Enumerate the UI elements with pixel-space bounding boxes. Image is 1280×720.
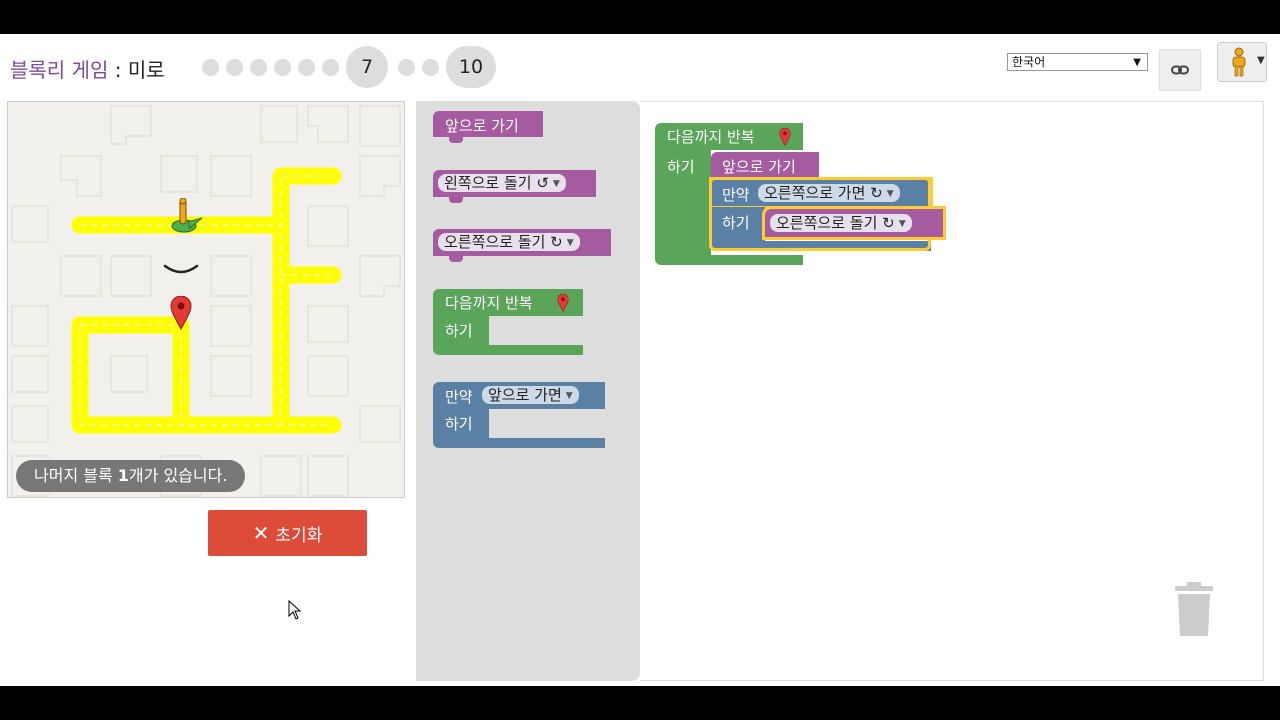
page-title: 블록리 게임 : 미로 (10, 54, 165, 83)
move-forward-label: 앞으로 가기 (445, 117, 519, 135)
close-icon: ✕ (252, 521, 270, 545)
maze-game-page: 블록리 게임 : 미로 7 10 한국어 ▼ ▼ 나머지 블록 1개가 있습니다… (0, 34, 1280, 686)
dropdown-arrow-icon: ▼ (566, 237, 574, 248)
capacity-text-post: 개가 있습니다. (128, 466, 228, 485)
do-label: 하기 (445, 415, 473, 433)
turn-right-dropdown[interactable]: 오른쪽으로 돌기 ↻ ▼ (770, 214, 912, 232)
turn-right-label: 오른쪽으로 돌기 ↻ (444, 233, 563, 251)
reset-button[interactable]: ✕ 초기화 (208, 510, 367, 556)
level-dot-1[interactable] (202, 58, 219, 76)
workspace-if-block[interactable]: 만약 오른쪽으로 가면 ↻ ▼ 하기 오른쪽으로 돌기 ↻ ▼ (709, 177, 946, 251)
pegman-icon (1232, 47, 1246, 77)
level-dot-2[interactable] (226, 58, 243, 76)
dropdown-arrow-icon: ▼ (1133, 57, 1141, 68)
capacity-bubble: 나머지 블록 1개가 있습니다. (16, 460, 246, 492)
game-title: 미로 (127, 58, 165, 82)
if-label: 만약 (722, 186, 750, 204)
move-forward-label: 앞으로 가기 (722, 158, 796, 176)
finish-marker-icon (779, 128, 791, 146)
level-dot-8[interactable] (398, 58, 415, 76)
level-dot-5[interactable] (298, 58, 315, 76)
turn-left-dropdown[interactable]: 왼쪽으로 돌기 ↺ ▼ (438, 174, 566, 192)
blockly-toolbox-flyout: 앞으로 가기 왼쪽으로 돌기 ↺ ▼ 오른쪽으로 돌기 ↻ ▼ 다음까지 반복 하기 (416, 101, 640, 681)
level-last[interactable]: 10 (446, 46, 496, 88)
mouse-cursor-icon (288, 600, 302, 620)
capacity-count: 1 (117, 466, 129, 485)
turn-right-label: 오른쪽으로 돌기 ↻ (776, 214, 895, 232)
toolbox-repeat-until-block[interactable]: 다음까지 반복 하기 (433, 289, 583, 355)
if-condition-dropdown[interactable]: 오른쪽으로 가면 ↻ ▼ (758, 184, 900, 202)
app-title-link[interactable]: 블록리 게임 (10, 58, 108, 82)
level-current[interactable]: 7 (346, 46, 388, 88)
level-dot-3[interactable] (250, 58, 267, 76)
toolbox-if-block[interactable]: 만약 앞으로 가면 ▼ 하기 (433, 382, 605, 448)
workspace-repeat-until-block[interactable]: 다음까지 반복 하기 앞으로 가기 만약 오른쪽으로 가면 ↻ ▼ 하기 오른쪽… (655, 123, 946, 265)
workspace-turn-right-block[interactable]: 오른쪽으로 돌기 ↻ ▼ (762, 206, 946, 240)
if-block-bottom (433, 438, 605, 448)
maze-canvas (7, 101, 405, 498)
dropdown-arrow-icon: ▼ (898, 218, 906, 229)
if-condition-label: 오른쪽으로 가면 ↻ (764, 184, 883, 202)
do-label: 하기 (445, 322, 473, 340)
level-dot-6[interactable] (322, 58, 339, 76)
language-select[interactable]: 한국어 ▼ (1007, 53, 1148, 71)
trash-can-icon[interactable] (1173, 582, 1215, 638)
maze-drawing (11, 105, 401, 497)
block-notch (449, 137, 463, 143)
link-button[interactable] (1159, 49, 1201, 91)
dropdown-arrow-icon: ▼ (565, 390, 573, 401)
dropdown-arrow-icon: ▼ (552, 178, 560, 189)
toolbox-move-forward-block[interactable]: 앞으로 가기 (433, 111, 543, 143)
finish-marker-icon (170, 296, 192, 330)
if-label: 만약 (445, 388, 473, 406)
finish-marker-icon (557, 294, 569, 312)
repeat-block-bottom (433, 345, 583, 355)
turn-right-dropdown[interactable]: 오른쪽으로 돌기 ↻ ▼ (438, 233, 580, 251)
block-notch (449, 256, 463, 262)
repeat-block-bottom (655, 255, 803, 265)
do-label: 하기 (722, 214, 750, 232)
turn-left-label: 왼쪽으로 돌기 ↺ (444, 174, 549, 192)
language-selected: 한국어 (1012, 55, 1046, 69)
repeat-until-label: 다음까지 반복 (667, 128, 755, 146)
block-notch (449, 197, 463, 203)
level-dot-9[interactable] (422, 58, 439, 76)
pegman-button[interactable]: ▼ (1217, 42, 1267, 82)
if-condition-label: 앞으로 가면 (488, 386, 562, 404)
dropdown-arrow-icon: ▼ (886, 188, 894, 199)
reset-label: 초기화 (275, 525, 323, 546)
chevron-down-icon: ▼ (1257, 55, 1265, 66)
link-icon (1171, 65, 1189, 75)
toolbox-turn-right-block[interactable]: 오른쪽으로 돌기 ↻ ▼ (433, 229, 611, 262)
if-condition-dropdown[interactable]: 앞으로 가면 ▼ (482, 386, 579, 404)
level-selector: 7 10 (202, 46, 506, 88)
capacity-text-pre: 나머지 블록 (34, 466, 118, 485)
blockly-workspace[interactable]: 다음까지 반복 하기 앞으로 가기 만약 오른쪽으로 가면 ↻ ▼ 하기 오른쪽… (640, 101, 1264, 681)
title-separator: : (108, 58, 128, 82)
level-dot-4[interactable] (274, 58, 291, 76)
do-label: 하기 (667, 158, 695, 176)
repeat-until-label: 다음까지 반복 (445, 294, 533, 312)
workspace-move-forward-block[interactable]: 앞으로 가기 (711, 152, 819, 179)
toolbox-turn-left-block[interactable]: 왼쪽으로 돌기 ↺ ▼ (433, 170, 596, 203)
pegman-character-icon (171, 198, 203, 233)
